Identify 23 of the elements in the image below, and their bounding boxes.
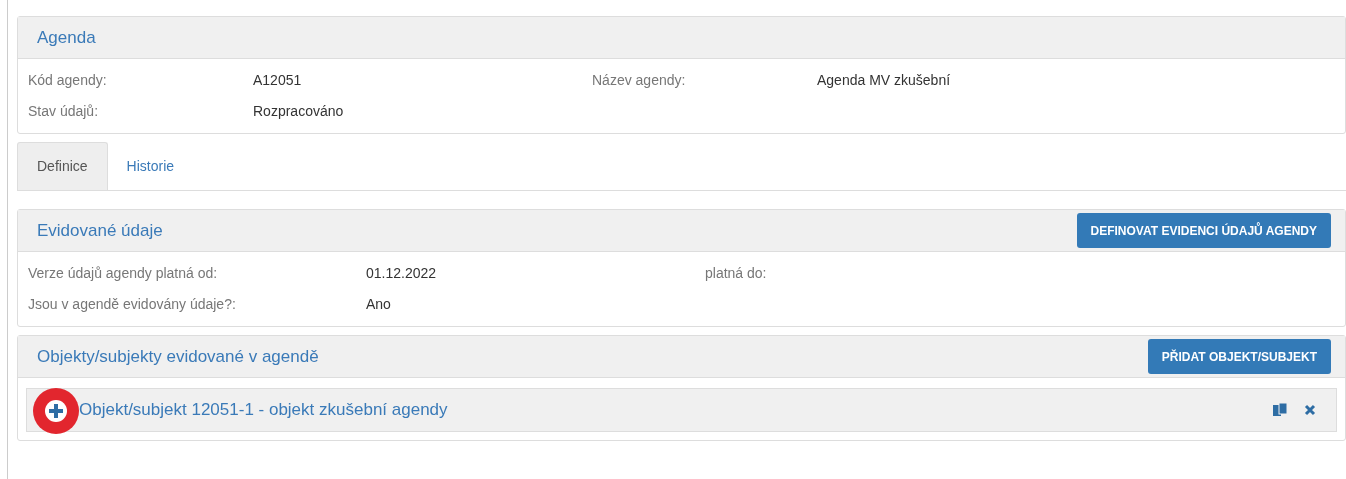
field-label: Jsou v agendě evidovány údaje?:: [28, 295, 237, 314]
field-label: Stav údajů:: [28, 102, 100, 121]
tab[interactable]: Historie: [107, 142, 194, 190]
action-button[interactable]: PŘIDAT OBJEKT/SUBJEKT: [1147, 339, 1331, 374]
panel-title: Evidované údaje: [37, 219, 163, 242]
plus-icon[interactable]: [45, 400, 67, 422]
object-title[interactable]: Objekt/subjekt 12051-1 - objekt zkušební agendy: [79, 397, 1272, 423]
field-value: Agenda MV zkušební: [817, 71, 952, 90]
object-row[interactable]: Objekt/subjekt 12051-1 - objekt zkušební agendy: [26, 388, 1337, 432]
close-icon[interactable]: [1304, 404, 1316, 416]
field-label: Verze údajů agendy platná od:: [28, 264, 219, 283]
panel-title: Objekty/subjekty evidované v agendě: [37, 345, 319, 368]
field-label: Kód agendy:: [28, 71, 108, 90]
field-value: Rozpracováno: [253, 102, 345, 121]
field-value: Ano: [366, 295, 392, 314]
tab[interactable]: Definice: [17, 142, 108, 190]
field-value: A12051: [253, 71, 303, 90]
panel-title: Agenda: [37, 26, 96, 49]
field-label: Název agendy:: [592, 71, 687, 90]
action-button[interactable]: DEFINOVAT EVIDENCI ÚDAJŮ AGENDY: [1076, 213, 1331, 248]
copy-icon[interactable]: [1272, 402, 1288, 418]
field-label: platná do:: [705, 264, 768, 283]
field-value: 01.12.2022: [366, 264, 438, 283]
